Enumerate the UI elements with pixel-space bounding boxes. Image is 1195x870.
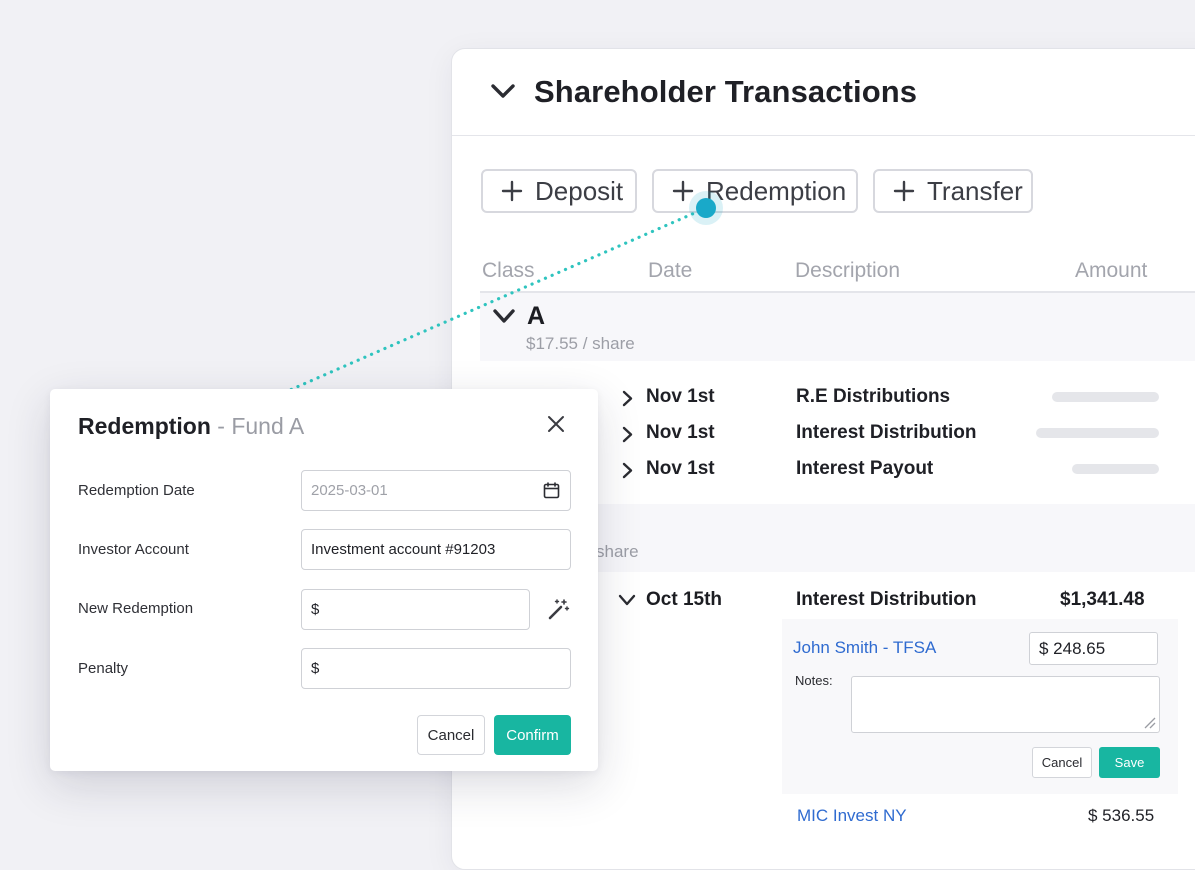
column-header-description[interactable]: Description <box>795 259 900 283</box>
class-share-price: share <box>596 542 639 561</box>
penalty-label: Penalty <box>78 660 129 677</box>
amount-loading-placeholder <box>1052 392 1159 402</box>
class-name: A <box>527 302 546 330</box>
investor-account-label: Investor Account <box>78 541 189 558</box>
transfer-button-label: Transfer <box>927 175 1023 206</box>
deposit-button-label: Deposit <box>535 175 624 206</box>
new-redemption-label: New Redemption <box>78 600 194 617</box>
investor-link[interactable]: MIC Invest NY <box>797 806 907 826</box>
plus-icon <box>501 180 523 202</box>
transaction-description: Interest Payout <box>796 458 934 479</box>
column-header-date[interactable]: Date <box>648 259 692 283</box>
penalty-input[interactable]: $ <box>301 648 571 689</box>
allocation-amount-input[interactable]: $ 248.65 <box>1029 632 1158 665</box>
amount-loading-placeholder <box>1036 428 1159 438</box>
column-header-amount[interactable]: Amount <box>1075 259 1147 283</box>
connector-dot <box>696 198 716 218</box>
panel-header: Shareholder Transactions <box>452 49 1195 136</box>
allocation-save-button[interactable]: Save <box>1099 747 1160 778</box>
transaction-description: Interest Distribution <box>796 422 977 443</box>
chevron-right-icon[interactable] <box>622 462 634 479</box>
chevron-down-icon[interactable] <box>490 82 516 102</box>
redemption-button[interactable]: Redemption <box>652 169 858 213</box>
magic-wand-icon[interactable] <box>548 598 570 620</box>
close-icon[interactable] <box>546 414 566 434</box>
transaction-description: Interest Distribution <box>796 589 977 610</box>
transaction-date: Oct 15th <box>646 589 723 610</box>
redemption-modal: Redemption - Fund A Redemption Date 2025… <box>50 389 598 771</box>
redemption-date-input[interactable]: 2025-03-01 <box>301 470 571 511</box>
chevron-down-icon[interactable] <box>492 308 516 326</box>
investor-account-input[interactable]: Investment account #91203 <box>301 529 571 570</box>
investor-link[interactable]: John Smith - TFSA <box>793 638 936 658</box>
calendar-icon[interactable] <box>543 482 560 499</box>
cancel-button[interactable]: Cancel <box>417 715 485 755</box>
redemption-date-placeholder: 2025-03-01 <box>311 482 388 499</box>
transaction-date: Nov 1st <box>646 422 715 443</box>
resize-handle-icon[interactable] <box>1142 715 1156 729</box>
deposit-button[interactable]: Deposit <box>481 169 637 213</box>
transfer-button[interactable]: Transfer <box>873 169 1033 213</box>
redemption-date-label: Redemption Date <box>78 482 195 499</box>
modal-title-text: Redemption <box>78 413 211 439</box>
chevron-right-icon[interactable] <box>622 390 634 407</box>
confirm-button[interactable]: Confirm <box>494 715 571 755</box>
allocation-cancel-button[interactable]: Cancel <box>1032 747 1092 778</box>
panel-title: Shareholder Transactions <box>534 74 918 109</box>
modal-title: Redemption - Fund A <box>78 413 304 440</box>
notes-label: Notes: <box>795 673 833 688</box>
chevron-right-icon[interactable] <box>622 426 634 443</box>
transaction-description: R.E Distributions <box>796 386 951 407</box>
chevron-down-icon[interactable] <box>618 594 636 607</box>
transaction-amount: $1,341.48 <box>1060 589 1145 610</box>
allocation-amount: $ 536.55 <box>1088 806 1155 825</box>
new-redemption-input[interactable]: $ <box>301 589 530 630</box>
transaction-date: Nov 1st <box>646 386 715 407</box>
column-header-class[interactable]: Class <box>482 259 535 283</box>
modal-subtitle: - Fund A <box>210 413 305 439</box>
plus-icon <box>893 180 915 202</box>
amount-loading-placeholder <box>1072 464 1159 474</box>
transaction-date: Nov 1st <box>646 458 715 479</box>
notes-textarea[interactable] <box>851 676 1160 733</box>
class-share-price: $17.55 / share <box>526 334 635 353</box>
plus-icon <box>672 180 694 202</box>
redemption-button-label: Redemption <box>706 175 847 206</box>
